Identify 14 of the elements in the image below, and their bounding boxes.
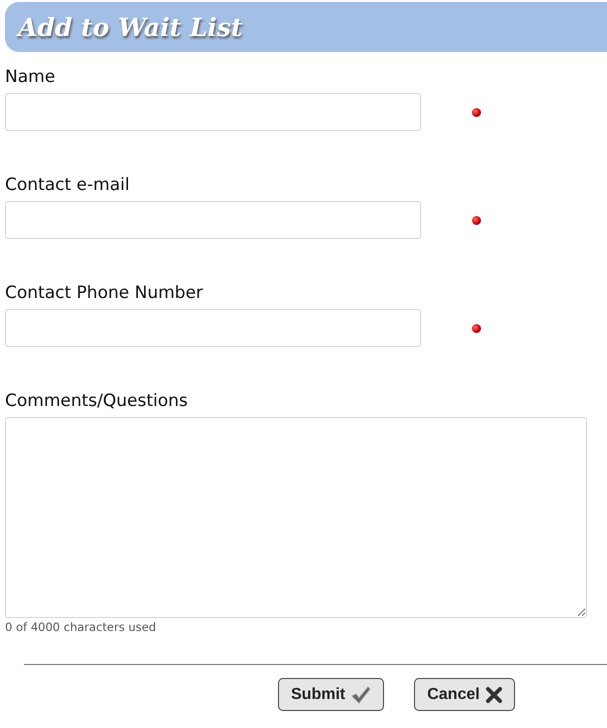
input-field[interactable] [5, 93, 421, 131]
field-label: Comments/Questions [5, 390, 189, 413]
input-field[interactable] [5, 309, 421, 347]
field-label: Contact e-mail [5, 174, 131, 197]
input-field[interactable] [5, 201, 421, 239]
comments-field[interactable] [5, 417, 587, 618]
submit-button[interactable]: Submit [278, 678, 384, 711]
form-title: Add to Wait List [18, 12, 243, 42]
field-label: Contact Phone Number [5, 282, 204, 305]
character-counter: 0 of 4000 characters used [5, 620, 158, 634]
field-label: Name [5, 66, 56, 89]
close-icon [486, 686, 502, 702]
check-icon [351, 686, 372, 704]
cancel-button[interactable]: Cancel [414, 678, 515, 711]
